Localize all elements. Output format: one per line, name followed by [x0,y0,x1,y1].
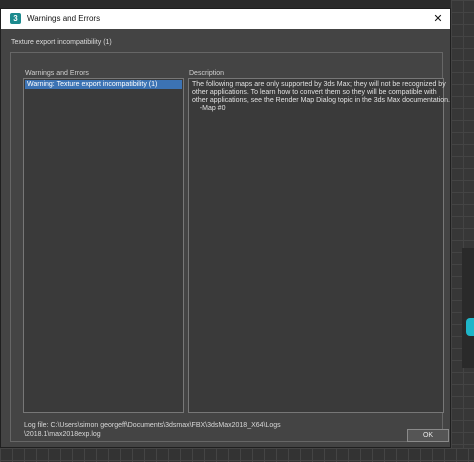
description-line: other applications, see the Render Map D… [192,97,450,104]
title-bar[interactable]: 3 Warnings and Errors ✕ [1,9,450,29]
warnings-dialog: 3 Warnings and Errors ✕ Texture export i… [0,8,451,448]
viewport-object [462,248,474,368]
window-title: Warnings and Errors [27,14,101,23]
log-line-1: Log file: C:\Users\simon georgeff\Docume… [24,422,281,429]
close-icon[interactable]: ✕ [431,12,445,26]
warnings-list[interactable]: Warning: Texture export incompatibility … [23,78,184,413]
description-line: -Map #0 [192,105,226,112]
description-label: Description [189,70,225,77]
list-label: Warnings and Errors [25,70,89,77]
viewport-gizmo [466,318,474,336]
description-line: The following maps are only supported by… [192,81,446,88]
description-line: other applications. To learn how to conv… [192,89,437,96]
viewport-background-bottom [0,448,474,462]
list-item[interactable]: Warning: Texture export incompatibility … [25,80,182,89]
description-text-area[interactable]: The following maps are only supported by… [188,78,450,413]
3ds-max-app-icon: 3 [10,13,21,24]
ok-button[interactable]: OK [407,429,449,442]
log-file-path: Log file: C:\Users\simon georgeff\Docume… [24,421,281,439]
dialog-header-label: Texture export incompatibility (1) [11,39,112,46]
log-line-2: \2018.1\max2018exp.log [24,431,101,438]
viewport-background [451,0,474,462]
